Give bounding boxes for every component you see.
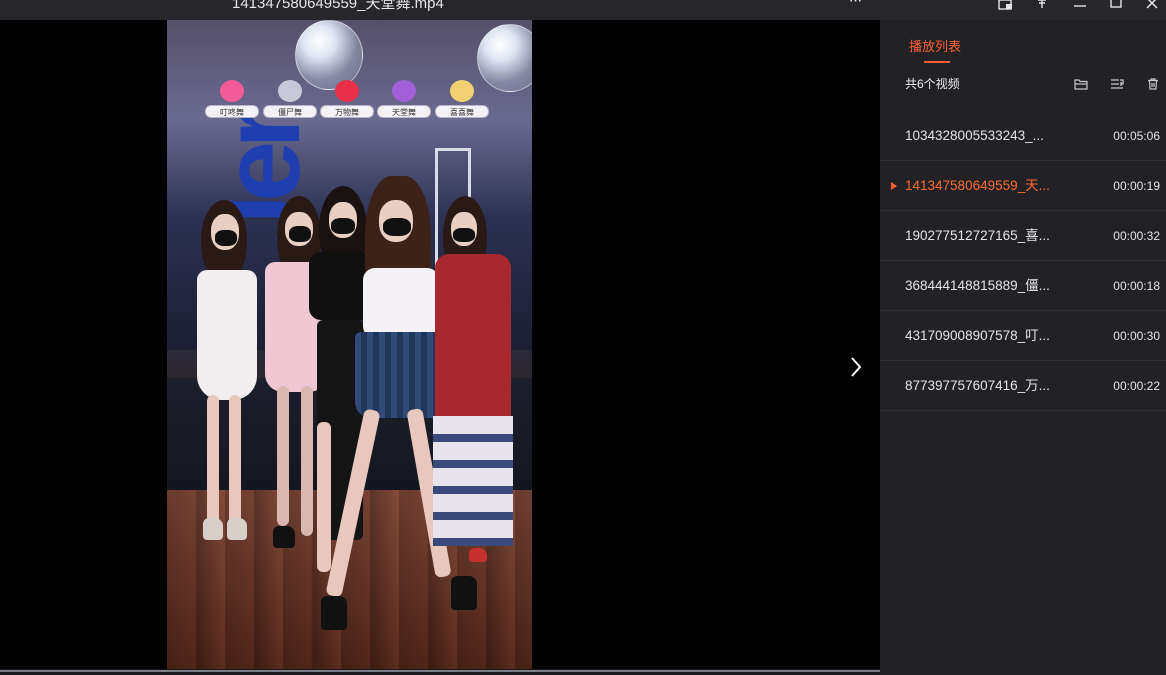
item-filename: 190277512727165_喜... [905,228,1050,243]
playlist-panel: 播放列表 共6个视频 1034328005533243_... 00:05:06… [880,20,1166,675]
item-duration: 00:00:30 [1113,329,1160,343]
sticker-label: 喜喜舞 [435,80,489,118]
video-frame[interactable]: Jer 叮咚舞 僵尸舞 万物舞 天堂舞 喜喜舞 [167,20,532,669]
add-to-list-icon[interactable] [1109,76,1125,92]
beer-icon [450,80,474,102]
playlist-item[interactable]: 190277512727165_喜... 00:00:32 [880,211,1166,261]
zombie-icon [278,80,302,102]
sticker-label: 僵尸舞 [263,80,317,118]
pin-icon[interactable] [1031,0,1053,12]
play-indicator-icon [891,182,897,190]
playlist: 1034328005533243_... 00:05:06 1413475806… [880,111,1166,411]
tab-playlist[interactable]: 播放列表 [909,38,961,56]
item-duration: 00:00:18 [1113,279,1160,293]
more-options-button[interactable]: ··· [844,0,866,10]
progress-bar[interactable] [0,669,880,675]
item-duration: 00:05:06 [1113,129,1160,143]
playlist-item[interactable]: 877397757607416_万... 00:00:22 [880,361,1166,411]
playlist-item[interactable]: 431709008907578_叮... 00:00:30 [880,311,1166,361]
item-filename: 431709008907578_叮... [905,328,1050,343]
playlist-item[interactable]: 1034328005533243_... 00:05:06 [880,111,1166,161]
maximize-icon[interactable] [1105,0,1127,12]
sticker-label: 叮咚舞 [205,80,259,118]
video-count: 共6个视频 [905,77,960,91]
close-icon[interactable] [1141,0,1163,12]
item-filename: 877397757607416_万... [905,378,1050,393]
video-player[interactable]: Jer 叮咚舞 僵尸舞 万物舞 天堂舞 喜喜舞 [0,20,880,669]
item-filename: 141347580649559_天... [905,178,1050,193]
title-bar: 141347580649559_天堂舞.mp4 ··· [0,0,1166,20]
item-duration: 00:00:19 [1113,179,1160,193]
trash-icon[interactable] [1145,76,1161,92]
angel-heart-icon [392,80,416,102]
screen-share-icon[interactable] [995,0,1017,12]
gift-icon [335,80,359,102]
heart-icon [220,80,244,102]
playlist-item[interactable]: 368444148815889_僵... 00:00:18 [880,261,1166,311]
item-duration: 00:00:22 [1113,379,1160,393]
playlist-item-playing[interactable]: 141347580649559_天... 00:00:19 [880,161,1166,211]
minimize-icon[interactable] [1069,0,1091,12]
progress-track[interactable] [0,670,880,672]
sticker-label: 天堂舞 [377,80,431,118]
next-video-button[interactable] [846,354,866,380]
open-folder-icon[interactable] [1073,76,1089,92]
tab-underline [924,61,950,63]
item-filename: 368444148815889_僵... [905,278,1050,293]
sticker-label: 万物舞 [320,80,374,118]
item-filename: 1034328005533243_... [905,128,1044,143]
window-title: 141347580649559_天堂舞.mp4 [232,0,444,12]
item-duration: 00:00:32 [1113,229,1160,243]
